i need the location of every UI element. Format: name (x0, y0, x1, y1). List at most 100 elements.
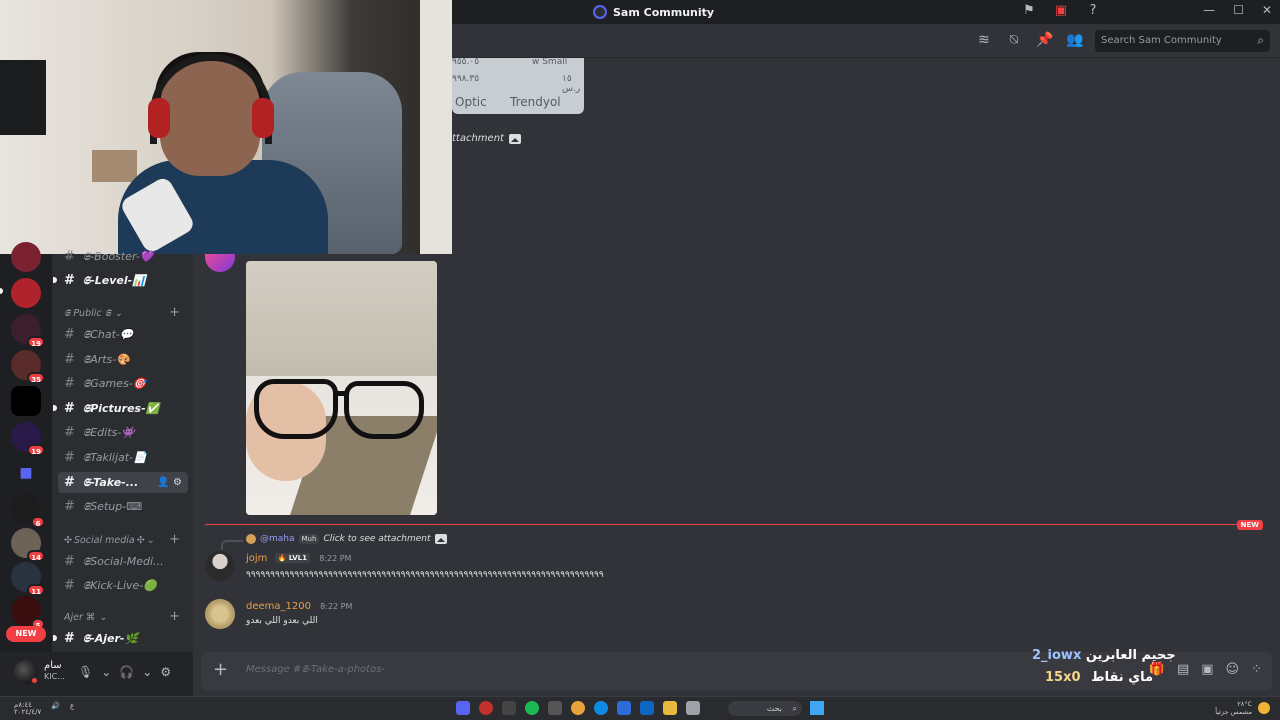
invite-icon[interactable]: 👤 (157, 477, 169, 488)
sun-icon (1258, 702, 1270, 714)
sparkle-icon: ✣ (64, 535, 72, 546)
channel-level[interactable]: # 𝕾-Level- 📊 (53, 270, 188, 291)
channel-kick-live[interactable]: # 𝕾Kick-Live- 🟢 (58, 575, 188, 596)
avatar (246, 534, 256, 544)
chrome-icon[interactable] (571, 701, 585, 715)
settings-gear-icon[interactable]: ⚙ (160, 665, 171, 679)
add-channel-icon[interactable]: + (169, 306, 180, 319)
inbox-flag-icon[interactable]: ⚑ (1022, 4, 1036, 18)
server-icon[interactable] (11, 242, 41, 272)
channel-chat[interactable]: # 𝕾Chat- 💬 (58, 324, 188, 345)
task-view-icon[interactable] (686, 701, 700, 715)
chevron-down-icon[interactable]: ⌄ (101, 665, 111, 679)
mention[interactable]: @maha (260, 534, 295, 544)
hash-icon: # (64, 401, 75, 416)
server-icon[interactable]: 11 (11, 562, 45, 596)
avatar[interactable] (205, 599, 235, 629)
add-channel-icon[interactable]: + (169, 610, 180, 623)
headphones-icon[interactable]: 🎧 (119, 665, 134, 679)
channel-games[interactable]: # 𝕾Games- 🎯 (58, 373, 188, 394)
avatar[interactable] (205, 254, 235, 272)
category-ajer[interactable]: Ajer ⌘ ⌄ + (64, 610, 180, 623)
header-icons: ≋ ⍉ 📌 👥 (976, 32, 1083, 48)
hash-icon: # (64, 425, 75, 440)
channel-pictures[interactable]: # 𝕾Pictures- ✅ (53, 398, 188, 419)
category-label: Social media (73, 535, 135, 546)
maximize-icon[interactable]: ☐ (1233, 3, 1244, 17)
username[interactable]: سام (44, 660, 62, 671)
weather-widget[interactable]: ٢٨°C مشمس جزئياً (1215, 700, 1252, 716)
gif-icon[interactable]: ▤ (1177, 662, 1189, 677)
channel-label: 𝕾Setup- (82, 499, 127, 513)
screen-share-icon[interactable]: ▣ (1054, 4, 1068, 18)
add-channel-icon[interactable]: + (169, 533, 180, 546)
app-icon[interactable] (617, 701, 631, 715)
app-icon[interactable] (479, 701, 493, 715)
server-icon[interactable] (11, 386, 41, 416)
app-icon[interactable] (548, 701, 562, 715)
add-attachment-icon[interactable]: + (213, 660, 228, 680)
file-explorer-icon[interactable] (663, 701, 677, 715)
channel-taklijat[interactable]: # 𝕾Taklijat- 📄 (58, 447, 188, 468)
channel-ajer[interactable]: # 𝕾-Ajer- 🌿 (53, 628, 188, 649)
folder-icon[interactable]: ■ (11, 458, 41, 488)
pin-icon[interactable]: 📌 (1036, 32, 1053, 48)
window-title-text: Sam Community (613, 5, 715, 19)
server-icon[interactable]: 14 (11, 528, 45, 562)
channel-booster[interactable]: # 𝕾-Booster- 💜 (58, 246, 188, 267)
channel-edits[interactable]: # 𝕾Edits- 👾 (58, 422, 188, 443)
reply-text: Click to see attachment (323, 534, 431, 544)
weather-temp: ٢٨°C (1237, 700, 1252, 708)
new-unreads-pill[interactable]: NEW (6, 626, 46, 642)
timestamp: 8:22 PM (319, 554, 352, 563)
avatar[interactable] (205, 551, 235, 581)
gear-icon[interactable]: ⚙ (173, 477, 182, 488)
member-list-icon[interactable]: 👥 (1066, 32, 1083, 48)
server-icon[interactable]: 19 (11, 422, 45, 456)
channel-arts[interactable]: # 𝕾Arts- 🎨 (58, 349, 188, 370)
attachment-link[interactable]: ttachment (452, 133, 521, 144)
threads-icon[interactable]: ≋ (976, 32, 992, 48)
search-input[interactable]: Search Sam Community ⌕ (1095, 30, 1270, 52)
language-icon[interactable]: ع (70, 702, 74, 716)
edge-icon[interactable] (594, 701, 608, 715)
store-icon[interactable] (640, 701, 654, 715)
server-icon[interactable]: 35 (11, 350, 45, 384)
chevron-down-icon[interactable]: ⌄ (142, 665, 152, 679)
mute-bell-icon[interactable]: ⍉ (1006, 32, 1022, 48)
spotify-icon[interactable] (525, 701, 539, 715)
microphone-icon[interactable]: 🎙 (78, 665, 93, 679)
category-social-media[interactable]: ✣ Social media ✣ ⌄ + (64, 533, 180, 546)
taskbar-search[interactable]: بحث ⌕ (728, 701, 802, 716)
emoji-icon[interactable]: ☺ (1226, 662, 1240, 677)
reply-reference[interactable]: @maha Muh Click to see attachment (246, 534, 447, 544)
attachment-photo-glasses[interactable] (246, 261, 437, 515)
apps-icon[interactable]: ⁘ (1251, 662, 1262, 677)
channel-take-a-photos[interactable]: # 𝕾-Take-... 👤 ⚙ (58, 472, 188, 493)
channel-social-media[interactable]: # 𝕾Social-Medi... (58, 551, 188, 572)
category-public[interactable]: 𝕾 Public 𝕾 ⌄ + (64, 306, 180, 319)
close-icon[interactable]: ✕ (1262, 3, 1272, 17)
app-icon[interactable] (502, 701, 516, 715)
mention-badge: 35 (27, 372, 45, 384)
minimize-icon[interactable]: — (1203, 3, 1215, 17)
volume-icon[interactable]: 🔊 (51, 702, 60, 716)
hash-icon: # (64, 475, 75, 490)
discord-app-icon[interactable] (456, 701, 470, 715)
tray-left: ٨:٤٤م ٢٠٢٤/٤/٧ 🔊 ع (14, 702, 74, 716)
server-icon[interactable]: 19 (11, 314, 45, 348)
image-icon (508, 133, 521, 144)
server-icon[interactable]: 6 (11, 494, 45, 528)
attachment-image-partial[interactable]: ٩٥٥.٠٥ w Small ٩٩٨.٣٥ ١٥ ر.س Optic Trend… (452, 58, 584, 114)
message-author[interactable]: deema_1200 (246, 601, 311, 612)
sticker-icon[interactable]: ▣ (1201, 662, 1213, 677)
taskbar-apps (456, 701, 700, 715)
windows-start-icon[interactable] (810, 701, 824, 715)
message-content: ٩٩٩٩٩٩٩٩٩٩٩٩٩٩٩٩٩٩٩٩٩٩٩٩٩٩٩٩٩٩٩٩٩٩٩٩٩٩٩٩… (246, 570, 604, 580)
server-icon[interactable]: 5 (11, 596, 45, 630)
channel-setup[interactable]: # 𝕾Setup- ⌨ (58, 496, 188, 517)
channel-controls: 👤 ⚙ (157, 477, 182, 488)
server-icon[interactable] (11, 278, 41, 308)
message-author[interactable]: jojm (246, 553, 267, 564)
help-icon[interactable]: ? (1086, 4, 1100, 18)
